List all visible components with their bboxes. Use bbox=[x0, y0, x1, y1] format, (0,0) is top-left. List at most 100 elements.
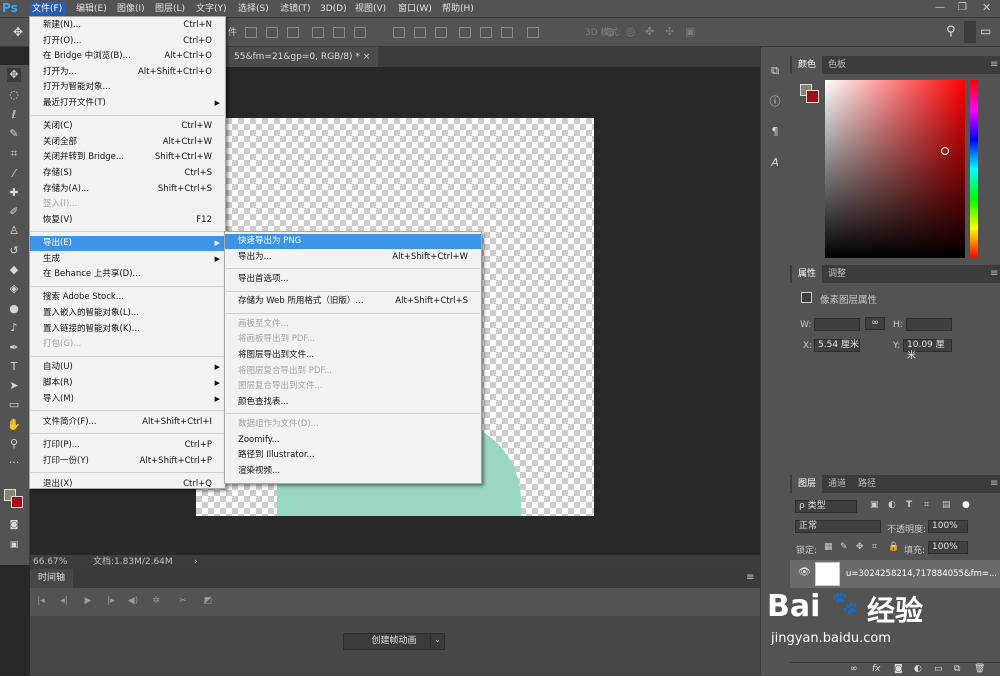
distribute-top-icon[interactable] bbox=[393, 27, 405, 38]
menu-item[interactable]: 打开(O)... Ctrl+O bbox=[30, 34, 225, 49]
menu-item[interactable]: 导出为... Alt+Shift+Ctrl+W bbox=[225, 250, 481, 265]
restore-icon[interactable]: ❐ bbox=[958, 2, 967, 13]
panel-menu-icon[interactable]: ≡ bbox=[990, 478, 998, 489]
document-tab-close-icon[interactable]: × bbox=[363, 52, 371, 62]
menu-item[interactable]: 打开为智能对象... bbox=[30, 80, 225, 95]
minimize-icon[interactable]: — bbox=[935, 2, 945, 13]
menu-item[interactable]: 存储为(A)... Shift+Ctrl+S bbox=[30, 182, 225, 197]
tab-paths[interactable]: 路径 bbox=[852, 475, 882, 493]
split-icon[interactable]: ✂ bbox=[177, 596, 189, 608]
play-icon[interactable]: ▶ bbox=[82, 596, 94, 608]
blend-mode-select[interactable]: 正常 bbox=[795, 520, 881, 533]
menu-item[interactable]: 将图层导出到文件... bbox=[225, 348, 481, 363]
menu-item[interactable]: 关闭(C) Ctrl+W bbox=[30, 119, 225, 134]
align-right-icon[interactable] bbox=[354, 27, 366, 38]
menu-edit[interactable]: 编辑(E) bbox=[73, 2, 110, 16]
menu-item[interactable]: 导入(M) ▶ bbox=[30, 392, 225, 407]
lasso-tool-icon[interactable]: ℓ bbox=[7, 108, 21, 122]
blur-tool-icon[interactable]: ● bbox=[7, 302, 21, 316]
path-select-icon[interactable]: ➤ bbox=[7, 379, 21, 393]
visibility-eye-icon[interactable]: 👁 bbox=[798, 567, 811, 578]
align-left-icon[interactable] bbox=[312, 27, 324, 38]
menu-item[interactable]: 恢复(V) F12 bbox=[30, 213, 225, 228]
x-field[interactable]: 5.54 厘米 bbox=[814, 339, 860, 352]
menu-view[interactable]: 视图(V) bbox=[352, 2, 389, 16]
zoom-tool-icon[interactable]: ⚲ bbox=[7, 437, 21, 451]
tab-layers[interactable]: 图层 bbox=[792, 475, 823, 493]
distribute-right-icon[interactable] bbox=[501, 27, 513, 38]
crop-tool-icon[interactable]: ⌗ bbox=[7, 147, 21, 161]
height-field[interactable] bbox=[906, 318, 952, 331]
menu-item[interactable]: 最近打开文件(T) ▶ bbox=[30, 96, 225, 111]
3d-pan-icon[interactable]: ✤ bbox=[645, 25, 654, 38]
menu-type[interactable]: 文字(Y) bbox=[193, 2, 230, 16]
layer-name[interactable]: u=3024258214,717884055&fm=... bbox=[846, 569, 996, 579]
paint-bucket-icon[interactable]: ◈ bbox=[7, 282, 21, 296]
align-vcenter-icon[interactable] bbox=[266, 27, 278, 38]
menu-item[interactable]: 打印一份(Y) Alt+Shift+Ctrl+P bbox=[30, 454, 225, 469]
menu-item[interactable]: 打开为... Alt+Shift+Ctrl+O bbox=[30, 65, 225, 80]
lock-artboard-icon[interactable]: ⌗ bbox=[872, 542, 877, 552]
menu-item[interactable]: 关闭全部 Alt+Ctrl+W bbox=[30, 135, 225, 150]
brush-tool-icon[interactable]: ✐ bbox=[7, 205, 21, 219]
more-tools-icon[interactable]: ··· bbox=[7, 456, 21, 470]
document-tab[interactable]: 55&fm=21&gp=0, RGB/8) * × bbox=[226, 47, 379, 67]
timeline-menu-icon[interactable]: ≡ bbox=[746, 572, 754, 583]
menu-help[interactable]: 帮助(H) bbox=[439, 2, 477, 16]
hand-tool-icon[interactable]: ✋ bbox=[7, 418, 21, 432]
menu-item[interactable]: 退出(X) Ctrl+Q bbox=[30, 477, 225, 492]
tab-channels[interactable]: 通道 bbox=[822, 475, 852, 493]
close-window-icon[interactable]: ✕ bbox=[982, 1, 991, 14]
menu-item[interactable]: 将画板导出到 PDF... bbox=[225, 332, 481, 347]
dodge-tool-icon[interactable]: ♪ bbox=[7, 321, 21, 335]
menu-item[interactable]: 存储为 Web 所用格式（旧版）... Alt+Shift+Ctrl+S bbox=[225, 294, 481, 309]
menu-layer[interactable]: 图层(L) bbox=[152, 2, 188, 16]
marquee-tool-icon[interactable]: ◌ bbox=[7, 88, 21, 102]
status-arrow-icon[interactable]: › bbox=[194, 555, 198, 569]
menu-item[interactable]: 在 Bridge 中浏览(B)... Alt+Ctrl+O bbox=[30, 49, 225, 64]
menu-item[interactable]: 关闭并转到 Bridge... Shift+Ctrl+W bbox=[30, 150, 225, 165]
filter-shape-icon[interactable]: ⌗ bbox=[924, 500, 929, 510]
move-tool-icon[interactable]: ✥ bbox=[13, 25, 23, 39]
eraser-tool-icon[interactable]: ◆ bbox=[7, 263, 21, 277]
menu-select[interactable]: 选择(S) bbox=[235, 2, 272, 16]
menu-item[interactable]: 导出首选项... bbox=[225, 272, 481, 287]
background-color-swatch[interactable] bbox=[11, 496, 23, 508]
auto-align-icon[interactable] bbox=[527, 27, 539, 38]
align-hcenter-icon[interactable] bbox=[333, 27, 345, 38]
rectangle-tool-icon[interactable]: ▭ bbox=[7, 398, 21, 412]
panel-menu-icon[interactable]: ≡ bbox=[990, 59, 998, 70]
menu-item[interactable]: 新建(N)... Ctrl+N bbox=[30, 18, 225, 33]
width-field[interactable] bbox=[814, 318, 860, 331]
link-icon[interactable]: ∞ bbox=[865, 317, 885, 330]
distribute-left-icon[interactable] bbox=[459, 27, 471, 38]
audio-icon[interactable]: ◀) bbox=[127, 596, 139, 608]
transition-icon[interactable]: ◩ bbox=[202, 596, 214, 608]
3d-slide-icon[interactable]: ✣ bbox=[665, 25, 674, 38]
history-brush-icon[interactable]: ↺ bbox=[7, 244, 21, 258]
menu-item[interactable]: 渲染视频... bbox=[225, 464, 481, 479]
history-panel-icon[interactable]: ⧉ bbox=[767, 63, 783, 79]
timeline-tab[interactable]: 时间轴 bbox=[30, 569, 74, 588]
menu-item[interactable]: 签入(I)... bbox=[30, 197, 225, 212]
menu-3d[interactable]: 3D(D) bbox=[317, 2, 350, 16]
paragraph-panel-icon[interactable]: ¶ bbox=[767, 124, 783, 140]
menu-item[interactable]: 画板至文件... bbox=[225, 317, 481, 332]
3d-scale-icon[interactable]: ▣ bbox=[685, 25, 695, 38]
panel-menu-icon[interactable]: ≡ bbox=[990, 268, 998, 279]
color-picker-field[interactable] bbox=[825, 80, 965, 258]
hue-slider[interactable] bbox=[970, 80, 978, 258]
move-tool-icon[interactable]: ✥ bbox=[7, 68, 21, 82]
menu-item[interactable]: 颜色查找表... bbox=[225, 395, 481, 410]
menu-item[interactable]: 置入链接的智能对象(K)... bbox=[30, 322, 225, 337]
menu-item[interactable]: 数据组作为文件(D)... bbox=[225, 417, 481, 432]
menu-item[interactable]: 脚本(R) ▶ bbox=[30, 376, 225, 391]
menu-item[interactable]: 将图层复合导出到 PDF... bbox=[225, 364, 481, 379]
menu-item[interactable]: 在 Behance 上共享(D)... bbox=[30, 267, 225, 282]
menu-item[interactable]: 快速导出为 PNG bbox=[225, 234, 481, 249]
menu-item[interactable]: 搜索 Adobe Stock... bbox=[30, 290, 225, 305]
menu-item[interactable]: 文件简介(F)... Alt+Shift+Ctrl+I bbox=[30, 415, 225, 430]
settings-gear-icon[interactable]: ✲ bbox=[150, 596, 162, 608]
prev-frame-icon[interactable]: ◂| bbox=[58, 596, 70, 608]
screen-mode-icon[interactable]: ▣ bbox=[7, 538, 21, 552]
